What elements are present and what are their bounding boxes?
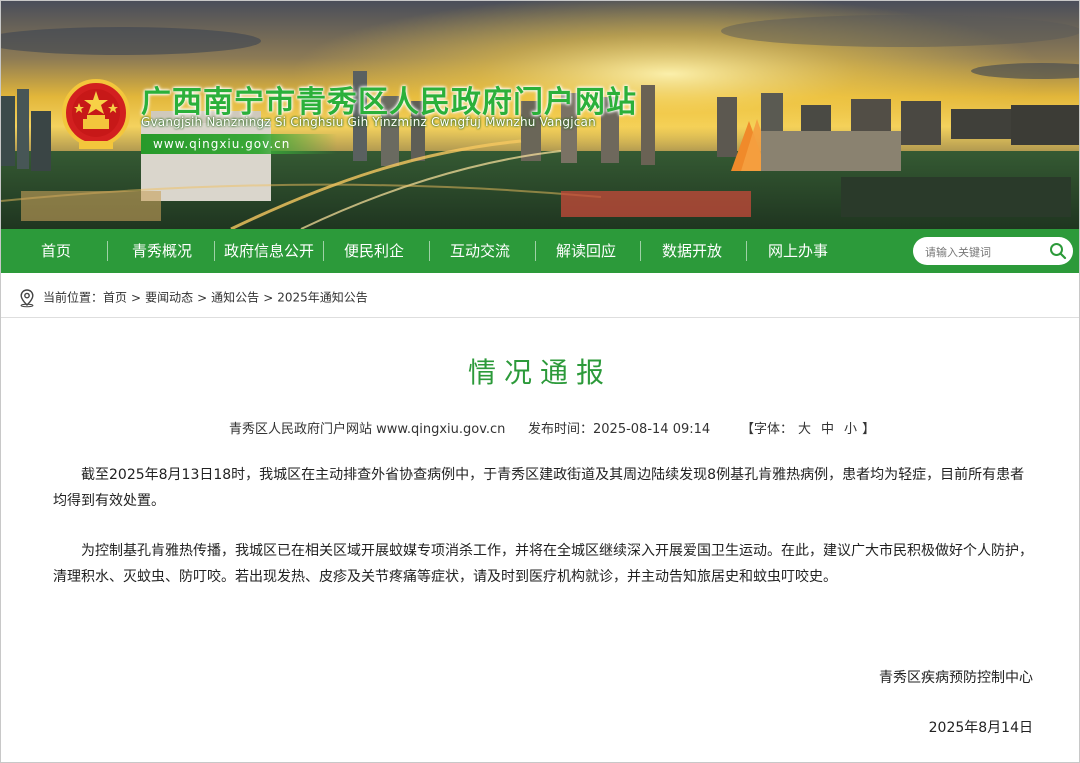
search-input[interactable] xyxy=(923,241,1045,263)
publish-time-label: 发布时间： xyxy=(528,422,594,437)
breadcrumb-home[interactable]: 首页 xyxy=(103,291,127,305)
article-publish-time: 发布时间：2025-08-14 09:14 xyxy=(528,418,711,437)
nav-item-interaction[interactable]: 互动交流 xyxy=(435,229,525,273)
breadcrumb-separator: > xyxy=(263,290,274,305)
nav-separator xyxy=(429,241,430,261)
nav-item-interpretation[interactable]: 解读回应 xyxy=(541,229,631,273)
nav-separator xyxy=(323,241,324,261)
nav-separator xyxy=(535,241,536,261)
breadcrumb-notices[interactable]: 通知公告 xyxy=(211,291,259,305)
article-paragraph: 截至2025年8月13日18时，我城区在主动排查外省协查病例中，于青秀区建政街道… xyxy=(53,467,1025,509)
article-title: 情况通报 xyxy=(467,356,612,389)
nav-separator xyxy=(107,241,108,261)
nav-separator xyxy=(746,241,747,261)
national-emblem-icon xyxy=(62,79,130,149)
font-size-label: 【字体： xyxy=(741,422,794,437)
location-pin-icon xyxy=(20,288,34,307)
article-source: 青秀区人民政府门户网站 www.qingxiu.gov.cn xyxy=(229,422,506,437)
nav-item-open-data[interactable]: 数据开放 xyxy=(647,229,737,273)
breadcrumb: 当前位置：首页 > 要闻动态 > 通知公告 >2025年通知公告 xyxy=(17,287,368,307)
breadcrumb-separator: > xyxy=(197,290,208,305)
breadcrumb-news[interactable]: 要闻动态 xyxy=(145,291,193,305)
article-paragraph: 为控制基孔肯雅热传播，我城区已在相关区域开展蚊媒专项消杀工作，并将在全城区继续深… xyxy=(53,543,1033,585)
nav-item-gov-info[interactable]: 政府信息公开 xyxy=(219,229,319,273)
divider xyxy=(1,317,1079,318)
article-signature: 青秀区疾病预防控制中心 xyxy=(879,670,1033,686)
font-size-small[interactable]: 小 xyxy=(844,422,857,437)
breadcrumb-prefix: 当前位置： xyxy=(43,290,104,305)
search-icon[interactable] xyxy=(1049,242,1067,260)
header-banner: 广西南宁市青秀区人民政府门户网站 Gvangjsih Nanzningz Si … xyxy=(1,1,1079,229)
site-url-badge: www.qingxiu.gov.cn xyxy=(141,134,337,154)
nav-item-overview[interactable]: 青秀概况 xyxy=(117,229,207,273)
page: 广西南宁市青秀区人民政府门户网站 Gvangjsih Nanzningz Si … xyxy=(0,0,1080,763)
article-sign-date: 2025年8月14日 xyxy=(928,720,1033,736)
nav-item-services[interactable]: 便民利企 xyxy=(329,229,419,273)
font-size-medium[interactable]: 中 xyxy=(821,422,834,437)
breadcrumb-separator: > xyxy=(131,290,142,305)
nav-separator xyxy=(214,241,215,261)
site-title-zhuang: Gvangjsih Nanzningz Si Cinghsiu Gih Yinz… xyxy=(141,115,596,129)
font-size-close: 】 xyxy=(862,422,876,437)
breadcrumb-2025-notices[interactable]: 2025年通知公告 xyxy=(277,291,368,305)
search-box xyxy=(913,237,1073,265)
main-nav: 首页 青秀概况 政府信息公开 便民利企 互动交流 解读回应 数据开放 网上办事 xyxy=(1,229,1079,273)
font-size-control: 【字体： 大中小】 xyxy=(741,418,876,437)
nav-item-home[interactable]: 首页 xyxy=(21,229,91,273)
nav-item-online-services[interactable]: 网上办事 xyxy=(753,229,843,273)
publish-time-value: 2025-08-14 09:14 xyxy=(593,422,711,437)
nav-separator xyxy=(640,241,641,261)
font-size-large[interactable]: 大 xyxy=(798,422,811,437)
